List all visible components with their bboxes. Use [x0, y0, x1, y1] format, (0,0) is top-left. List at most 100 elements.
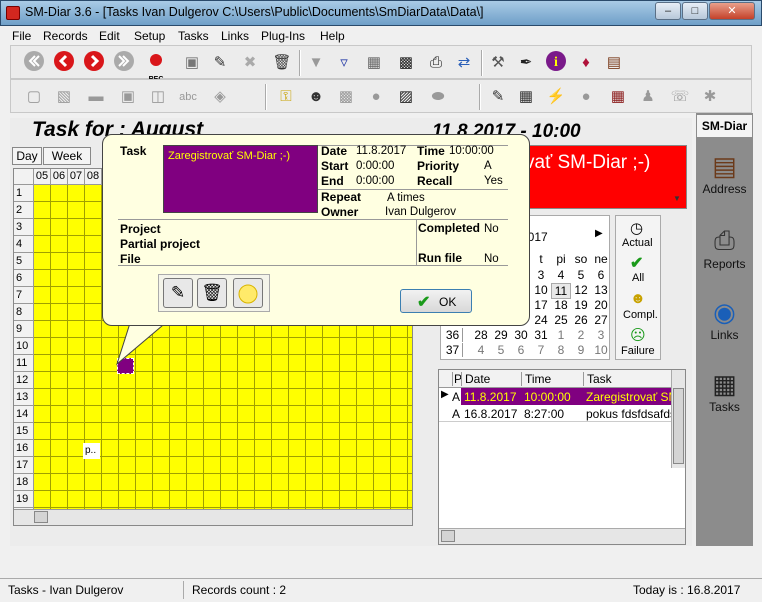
filter-all[interactable]: All: [632, 272, 644, 284]
calendar-day[interactable]: 9: [571, 343, 591, 357]
sidebar-item-links[interactable]: ◉ Links: [696, 297, 753, 342]
menu-edit[interactable]: Edit: [99, 29, 120, 43]
calendar-day[interactable]: 11: [551, 283, 571, 299]
note-add-icon[interactable]: ✎: [485, 84, 511, 110]
calendar-day[interactable]: 13: [591, 283, 611, 297]
pen-icon[interactable]: ✒: [513, 50, 539, 76]
grid-icon[interactable]: ▦: [361, 50, 387, 76]
record-icon[interactable]: REC: [143, 50, 169, 83]
calendar-day[interactable]: 25: [551, 313, 571, 327]
calendar-day[interactable]: 37: [443, 343, 463, 357]
calendar-day[interactable]: 19: [571, 298, 591, 312]
grid-note-cell[interactable]: p..: [83, 443, 100, 459]
export-icon[interactable]: ⇄: [451, 50, 477, 76]
calendar-day[interactable]: 2: [571, 328, 591, 342]
calendar-day[interactable]: 12: [571, 283, 591, 297]
filter-icon[interactable]: ▿: [331, 50, 357, 76]
calendar-day[interactable]: 24: [531, 313, 551, 327]
calendar-day[interactable]: 27: [591, 313, 611, 327]
filter-completed[interactable]: Compl.: [623, 309, 658, 321]
prev-record-icon[interactable]: [51, 50, 77, 76]
filter-actual[interactable]: Actual: [622, 237, 653, 249]
disk-icon[interactable]: ▩: [393, 50, 419, 76]
calendar-day[interactable]: 8: [551, 343, 571, 357]
table-vertical-scrollbar[interactable]: [671, 370, 685, 468]
clear-filter-icon[interactable]: ▼: [303, 50, 329, 76]
dot-icon[interactable]: ●: [573, 84, 599, 110]
table-icon[interactable]: ▦: [513, 84, 539, 110]
close-button[interactable]: ✕: [709, 2, 755, 20]
book-icon[interactable]: ♦: [573, 50, 599, 76]
sidebar-item-tasks[interactable]: ▦ Tasks: [696, 369, 753, 414]
shape-icon[interactable]: ⬬: [425, 84, 451, 110]
calendar-day[interactable]: 28: [471, 328, 491, 342]
edit-icon[interactable]: ✎: [207, 50, 233, 76]
save-icon[interactable]: ▣: [179, 50, 205, 76]
table-row[interactable]: A 16.8.2017 8:27:00 pokus fdsfdsafdsa: [439, 405, 671, 422]
tab-week[interactable]: Week: [43, 147, 91, 165]
delete-task-button[interactable]: 🗑: [197, 278, 227, 308]
menu-records[interactable]: Records: [43, 29, 88, 43]
monitor-icon[interactable]: ▨: [393, 84, 419, 110]
menu-file[interactable]: File: [12, 29, 31, 43]
delete-icon[interactable]: 🗑: [269, 50, 295, 76]
calendar-day[interactable]: 6: [591, 268, 611, 282]
tools-icon[interactable]: ⚒: [485, 50, 511, 76]
next-record-icon[interactable]: [81, 50, 107, 76]
ok-button[interactable]: ✔ OK: [400, 289, 472, 313]
menu-tasks[interactable]: Tasks: [178, 29, 209, 43]
calendar-day[interactable]: 5: [491, 343, 511, 357]
card-icon[interactable]: ▩: [333, 84, 359, 110]
menu-links[interactable]: Links: [221, 29, 249, 43]
bolt-icon[interactable]: ⚡: [543, 84, 569, 110]
sad-icon[interactable]: ☹: [630, 326, 646, 344]
run-icon[interactable]: ✱: [697, 84, 723, 110]
edit-task-button[interactable]: ✎: [163, 278, 193, 308]
menu-plugins[interactable]: Plug-Ins: [261, 29, 305, 43]
eraser-icon[interactable]: ◈: [207, 84, 233, 110]
first-record-icon[interactable]: [21, 50, 47, 76]
phone-icon[interactable]: ☏: [667, 84, 693, 110]
calendar-day[interactable]: 3: [591, 328, 611, 342]
calendar-day[interactable]: 7: [531, 343, 551, 357]
calendar-day[interactable]: 3: [531, 268, 551, 282]
maximize-button[interactable]: □: [682, 2, 708, 20]
scroll-down-icon[interactable]: ▼: [673, 194, 681, 203]
calendar-day[interactable]: 18: [551, 298, 571, 312]
note-icon[interactable]: ▣: [115, 84, 141, 110]
calendar-day[interactable]: 5: [571, 268, 591, 282]
calendar-day[interactable]: 6: [511, 343, 531, 357]
calendar-day[interactable]: 31: [531, 328, 551, 342]
calendar-day[interactable]: 1: [551, 328, 571, 342]
filter-failure[interactable]: Failure: [621, 345, 655, 357]
key-icon[interactable]: ⚿: [273, 84, 299, 110]
tab-day[interactable]: Day: [12, 147, 42, 165]
last-record-icon[interactable]: [111, 50, 137, 76]
column-header[interactable]: Date: [461, 372, 521, 386]
folder-icon[interactable]: ▢: [21, 84, 47, 110]
clock-icon[interactable]: ◷: [630, 219, 643, 237]
cancel-icon[interactable]: ✖: [237, 50, 263, 76]
calendar-day[interactable]: 4: [551, 268, 571, 282]
grid-horizontal-scrollbar[interactable]: [14, 509, 412, 525]
info-icon[interactable]: i: [543, 50, 569, 76]
column-header[interactable]: Task: [583, 372, 671, 386]
smile-icon[interactable]: ☻: [630, 290, 646, 307]
app-icon[interactable]: [6, 6, 20, 20]
next-month-icon[interactable]: ▶: [595, 228, 603, 239]
calendar-day[interactable]: 20: [591, 298, 611, 312]
check-icon[interactable]: ✔: [630, 253, 643, 273]
calendar-day[interactable]: 17: [531, 298, 551, 312]
column-header[interactable]: Time: [521, 372, 583, 386]
calendar-day[interactable]: 30: [511, 328, 531, 342]
copy-icon[interactable]: ▧: [51, 84, 77, 110]
calendar-icon[interactable]: ▦: [605, 84, 631, 110]
minimize-button[interactable]: –: [655, 2, 681, 20]
table-row[interactable]: ▶ A 11.8.2017 10:00:00 Zaregistrovať SM: [439, 388, 671, 405]
calendar-day[interactable]: 36: [443, 328, 463, 342]
book-open-icon[interactable]: ◫: [145, 84, 171, 110]
calendar-day[interactable]: 26: [571, 313, 591, 327]
calendar-day[interactable]: 29: [491, 328, 511, 342]
calendar-day[interactable]: 4: [471, 343, 491, 357]
print-icon[interactable]: ⎙: [423, 50, 449, 76]
